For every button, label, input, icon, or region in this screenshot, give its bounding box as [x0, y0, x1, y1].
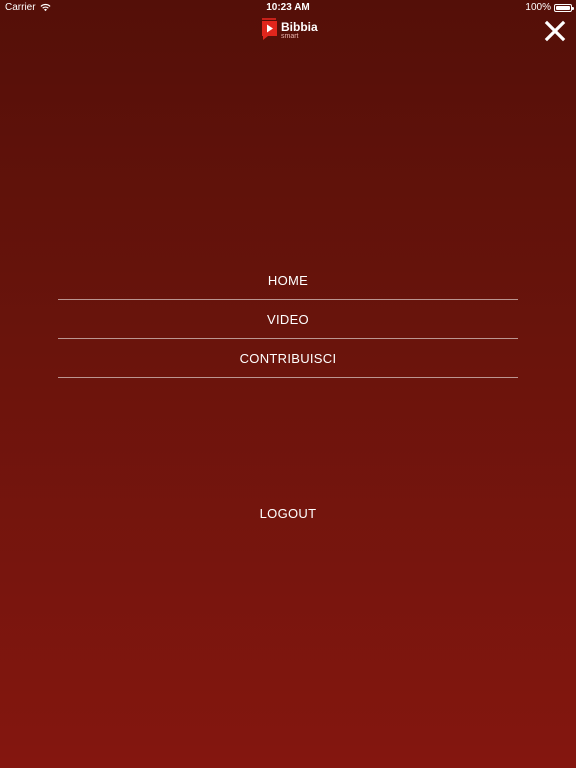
- battery-fill: [556, 5, 570, 10]
- logo-title: Bibbia: [281, 20, 318, 34]
- close-icon: [544, 20, 566, 42]
- close-button[interactable]: [544, 20, 566, 42]
- logo-subtitle: smart: [281, 33, 299, 40]
- logout-button[interactable]: LOGOUT: [58, 503, 518, 523]
- app-logo: Bibbia smart: [261, 18, 318, 41]
- menu-item-home[interactable]: HOME: [58, 261, 518, 300]
- battery-icon: [554, 3, 574, 12]
- battery-percent: 100%: [525, 2, 551, 13]
- battery-tip: [572, 6, 574, 10]
- status-time: 10:23 AM: [266, 2, 310, 13]
- menu-item-label: VIDEO: [267, 311, 309, 327]
- bibbia-smart-logo-icon: [262, 18, 277, 40]
- menu-item-contribuisci[interactable]: CONTRIBUISCI: [58, 339, 518, 378]
- logout-label: LOGOUT: [259, 505, 317, 521]
- menu-item-label: HOME: [267, 272, 309, 288]
- menu-item-label: CONTRIBUISCI: [239, 350, 337, 366]
- menu-item-video[interactable]: VIDEO: [58, 300, 518, 339]
- status-right: 100%: [525, 2, 574, 13]
- logo-text: Bibbia smart: [281, 18, 318, 40]
- status-bar: Carrier 10:23 AM 100%: [0, 0, 576, 16]
- main-menu: HOME VIDEO CONTRIBUISCI: [58, 261, 518, 378]
